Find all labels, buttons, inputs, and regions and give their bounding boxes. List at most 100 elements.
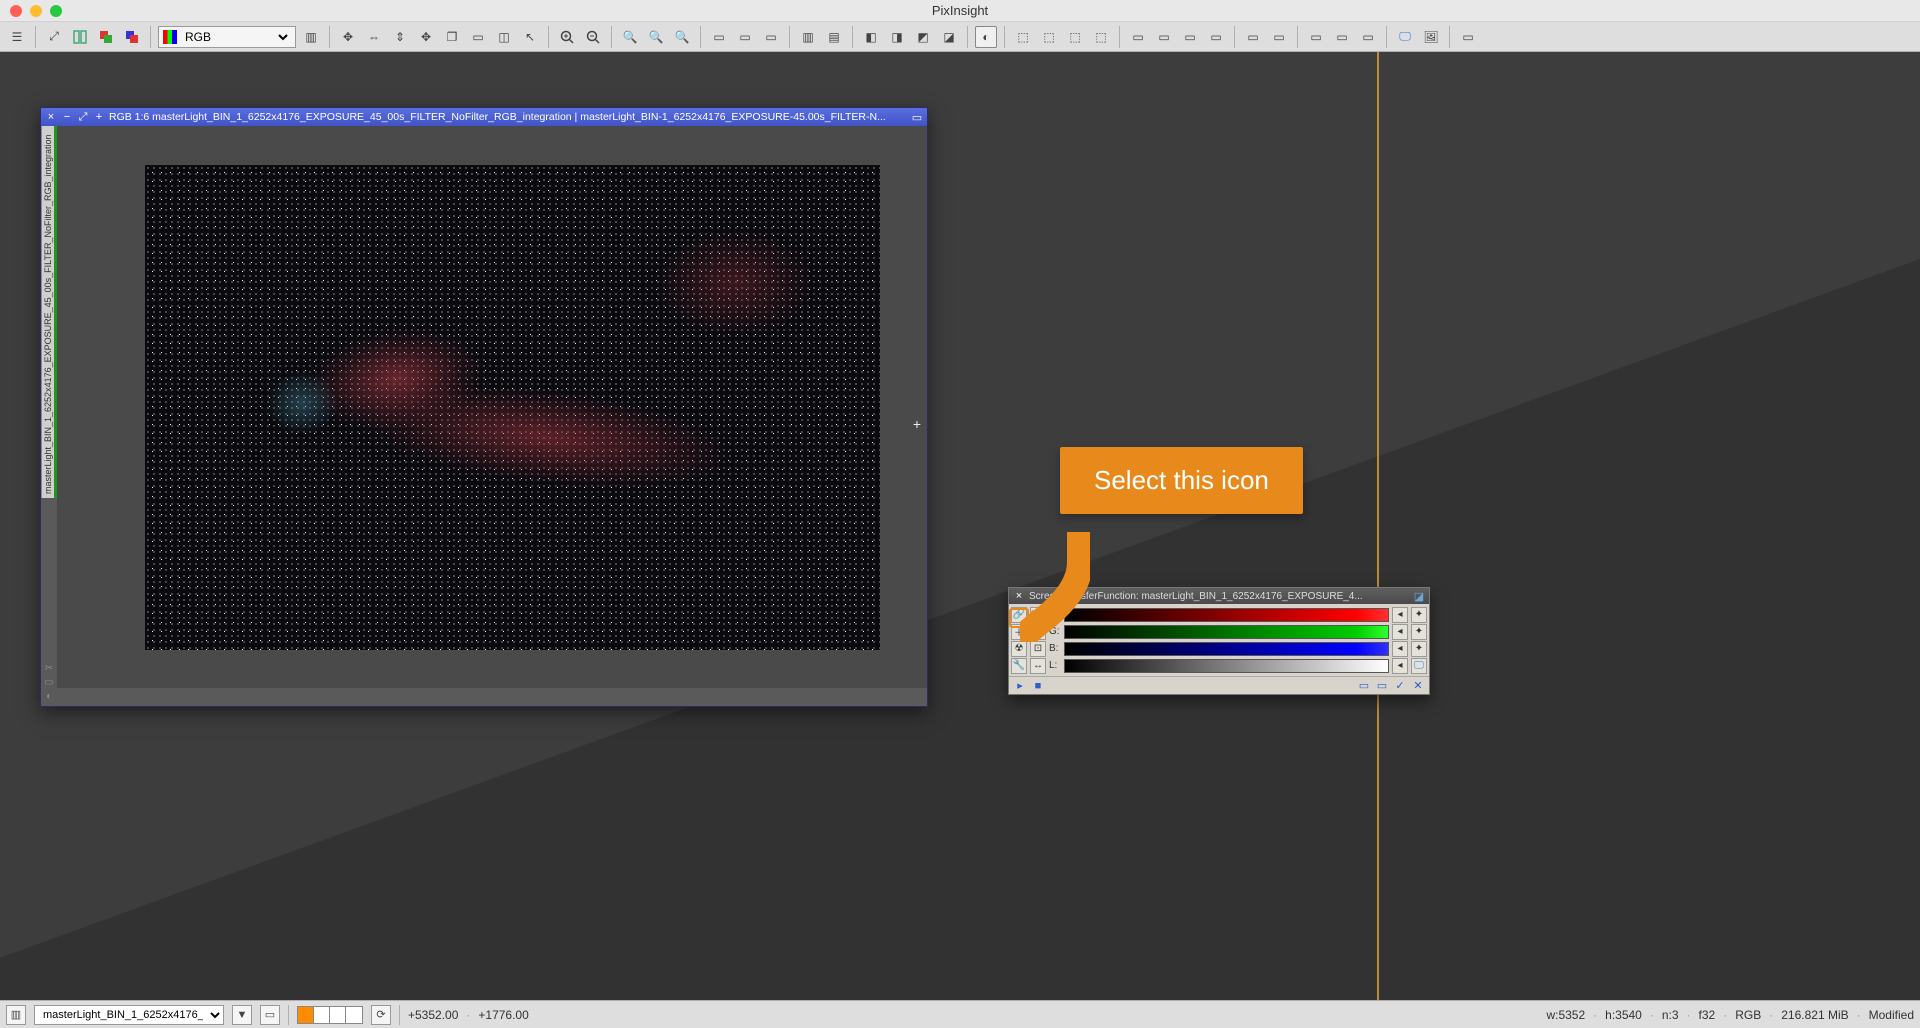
selection-icon[interactable]: ▭ xyxy=(467,26,489,48)
monitor-icon[interactable]: 🖵 xyxy=(1394,26,1416,48)
mask-a-icon[interactable]: ◩ xyxy=(912,26,934,48)
win-3-icon[interactable]: ▭ xyxy=(760,26,782,48)
minimize-icon[interactable]: − xyxy=(61,111,73,123)
maximize-icon[interactable]: ⤢ xyxy=(77,111,89,123)
fit-h-icon[interactable]: ⇔ xyxy=(363,26,385,48)
mask-b-icon[interactable]: ◪ xyxy=(938,26,960,48)
image-window[interactable]: × − ⤢ + RGB 1:6 masterLight_BIN_1_6252x4… xyxy=(40,107,928,707)
mask-invert-icon[interactable]: ◨ xyxy=(886,26,908,48)
browse-docs-icon[interactable]: ▭ xyxy=(1357,679,1371,693)
stf-auto-icon[interactable]: ◐ xyxy=(975,26,997,48)
shade-icon[interactable]: ◪ xyxy=(1413,590,1425,602)
tile-v-icon[interactable]: ▤ xyxy=(823,26,845,48)
auto-stretch-icon[interactable]: ☢ xyxy=(1011,641,1027,657)
new-instance-icon[interactable]: ■ xyxy=(1031,679,1045,693)
iconify-icon[interactable]: ▭ xyxy=(911,111,923,123)
cancel-icon[interactable]: ✕ xyxy=(1411,679,1425,693)
win-1-icon[interactable]: ▭ xyxy=(708,26,730,48)
stf-slider-red[interactable] xyxy=(1064,608,1389,622)
preview-swatches[interactable] xyxy=(297,1006,363,1024)
layout-3-icon[interactable]: ▭ xyxy=(1305,26,1327,48)
move-tool-icon[interactable]: ✥ xyxy=(337,26,359,48)
window-minimize-icon[interactable] xyxy=(30,5,42,17)
settings-icon[interactable]: ✦ xyxy=(1411,641,1427,657)
side-tool-3-icon[interactable]: ◐ xyxy=(46,691,52,702)
readout-3-icon[interactable]: ⬚ xyxy=(1064,26,1086,48)
zoom-fit-icon[interactable]: ⊡ xyxy=(1030,641,1046,657)
tile-h-icon[interactable]: ▥ xyxy=(797,26,819,48)
layout-5-icon[interactable]: ▭ xyxy=(1357,26,1379,48)
stf-titlebar[interactable]: × ScreenTransferFunction: masterLight_BI… xyxy=(1009,588,1429,604)
pointer-icon[interactable]: ↖ xyxy=(519,26,541,48)
zoom-fit-icon[interactable]: 🔍 xyxy=(619,26,641,48)
stf-slider-green[interactable] xyxy=(1064,625,1389,639)
shade-icon[interactable]: + xyxy=(93,111,105,123)
channel-select[interactable]: RGB xyxy=(181,29,291,45)
readout-icon[interactable]: ◂ xyxy=(1392,641,1408,657)
link-channels-button[interactable]: 🔗 xyxy=(1011,607,1027,623)
zoom-in-icon[interactable]: ＋ xyxy=(1011,624,1027,640)
image-identifier-tab[interactable]: masterLight_BIN_1_6252x4176_EXPOSURE_45_… xyxy=(41,126,57,498)
mode-d-icon[interactable]: ▭ xyxy=(1205,26,1227,48)
settings-icon[interactable]: ✦ xyxy=(1411,607,1427,623)
rgb-swatch-icon xyxy=(163,30,177,44)
stf-window[interactable]: × ScreenTransferFunction: masterLight_BI… xyxy=(1008,587,1430,695)
resize-icon[interactable]: ↔ xyxy=(1030,658,1046,674)
zoom-out-icon[interactable]: － xyxy=(1030,624,1046,640)
view-selector-icon[interactable]: ▥ xyxy=(6,1005,26,1025)
readout-2-icon[interactable]: ⬚ xyxy=(1038,26,1060,48)
window-tile-icon[interactable] xyxy=(69,26,91,48)
layout-1-icon[interactable]: ▭ xyxy=(1242,26,1264,48)
close-icon[interactable]: × xyxy=(1013,590,1025,602)
dropdown-toggle-icon[interactable]: ▼ xyxy=(232,1005,252,1025)
apply-check-icon[interactable]: ✓ xyxy=(1393,679,1407,693)
image-selector-dropdown[interactable]: masterLight_BIN_1_6252x4176_EXPOS xyxy=(34,1005,224,1025)
image-viewport[interactable]: + xyxy=(57,126,927,688)
readout-1-icon[interactable]: ⬚ xyxy=(1012,26,1034,48)
pan-tool-icon[interactable]: ✥ xyxy=(415,26,437,48)
stf-body: 🔗 ↖ R: ◂ ✦ ＋ － G: ◂ ✦ ☢ ⊡ B: xyxy=(1009,604,1429,676)
zoom-out-icon[interactable] xyxy=(582,26,604,48)
side-tool-1-icon[interactable]: ✂ xyxy=(45,663,53,674)
channels-panel-icon[interactable]: ▥ xyxy=(300,26,322,48)
zoom-in-icon[interactable] xyxy=(556,26,578,48)
readout-icon[interactable]: ◂ xyxy=(1392,607,1408,623)
mode-c-icon[interactable]: ▭ xyxy=(1179,26,1201,48)
rgb-layers-icon[interactable] xyxy=(95,26,117,48)
rgb-layers-alt-icon[interactable] xyxy=(121,26,143,48)
monitor-icon[interactable]: 🖵 xyxy=(1411,658,1427,674)
mode-b-icon[interactable]: ▭ xyxy=(1153,26,1175,48)
fit-v-icon[interactable]: ⇕ xyxy=(389,26,411,48)
copy-tool-icon[interactable]: ❐ xyxy=(441,26,463,48)
view-list-icon[interactable]: ☰ xyxy=(6,26,28,48)
crop-icon[interactable]: ◫ xyxy=(493,26,515,48)
image-preview-icon[interactable]: 🖼 xyxy=(1420,26,1442,48)
readout-icon[interactable]: ◂ xyxy=(1392,624,1408,640)
stf-slider-luminance[interactable] xyxy=(1064,659,1389,673)
image-window-titlebar[interactable]: × − ⤢ + RGB 1:6 masterLight_BIN_1_6252x4… xyxy=(41,108,927,126)
window-fit-icon[interactable]: ⤢ xyxy=(43,26,65,48)
zoom-1-1-icon[interactable]: 🔍 xyxy=(645,26,667,48)
layout-4-icon[interactable]: ▭ xyxy=(1331,26,1353,48)
readout-4-icon[interactable]: ⬚ xyxy=(1090,26,1112,48)
mode-a-icon[interactable]: ▭ xyxy=(1127,26,1149,48)
side-tool-2-icon[interactable]: ▭ xyxy=(44,677,53,688)
window-close-icon[interactable] xyxy=(10,5,22,17)
zoom-auto-icon[interactable]: 🔍 xyxy=(671,26,693,48)
readout-icon[interactable]: ◂ xyxy=(1392,658,1408,674)
mask-show-icon[interactable]: ◧ xyxy=(860,26,882,48)
settings-icon[interactable]: ✦ xyxy=(1411,624,1427,640)
edit-pointer-icon[interactable]: ↖ xyxy=(1030,607,1046,623)
apply-icon[interactable]: ▸ xyxy=(1013,679,1027,693)
close-icon[interactable]: × xyxy=(45,111,57,123)
layout-2-icon[interactable]: ▭ xyxy=(1268,26,1290,48)
right-panel-icon[interactable]: ▭ xyxy=(1457,26,1479,48)
view-browser-icon[interactable]: ▭ xyxy=(260,1005,280,1025)
reset-r-icon[interactable]: ▭ xyxy=(1375,679,1389,693)
stf-slider-blue[interactable] xyxy=(1064,642,1389,656)
channel-selector[interactable]: RGB xyxy=(158,26,296,48)
win-2-icon[interactable]: ▭ xyxy=(734,26,756,48)
refresh-icon[interactable]: ⟳ xyxy=(371,1005,391,1025)
window-zoom-icon[interactable] xyxy=(50,5,62,17)
wrench-icon[interactable]: 🔧 xyxy=(1011,658,1027,674)
